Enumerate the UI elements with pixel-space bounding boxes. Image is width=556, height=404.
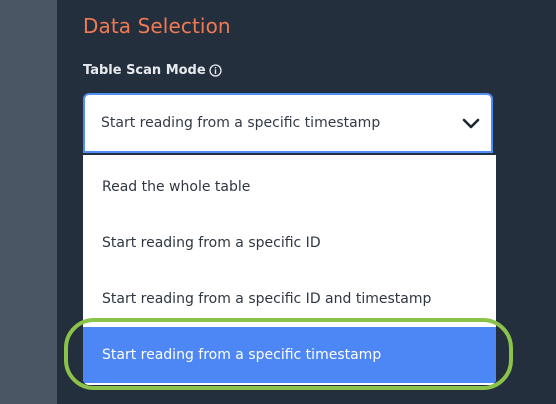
- info-circle-icon[interactable]: [209, 64, 222, 77]
- option-label: Start reading from a specific ID: [102, 235, 321, 251]
- chevron-down-icon[interactable]: [461, 114, 481, 132]
- dropdown-option-whole-table[interactable]: Read the whole table: [83, 159, 496, 215]
- field-label-text: Table Scan Mode: [83, 63, 206, 78]
- option-label: Start reading from a specific ID and tim…: [102, 291, 432, 307]
- section-title: Data Selection: [83, 14, 231, 38]
- select-current-value: Start reading from a specific timestamp: [101, 115, 381, 131]
- dropdown-menu: Read the whole table Start reading from …: [83, 155, 496, 385]
- field-label: Table Scan Mode: [83, 63, 222, 78]
- dropdown-option-specific-id[interactable]: Start reading from a specific ID: [83, 215, 496, 271]
- dropdown-option-id-and-timestamp[interactable]: Start reading from a specific ID and tim…: [83, 271, 496, 327]
- option-label: Start reading from a specific timestamp: [102, 347, 382, 363]
- table-scan-mode-select[interactable]: Start reading from a specific timestamp: [83, 93, 493, 153]
- left-sidebar-strip: [0, 0, 57, 404]
- option-label: Read the whole table: [102, 179, 251, 195]
- dropdown-option-specific-timestamp[interactable]: Start reading from a specific timestamp: [83, 327, 496, 383]
